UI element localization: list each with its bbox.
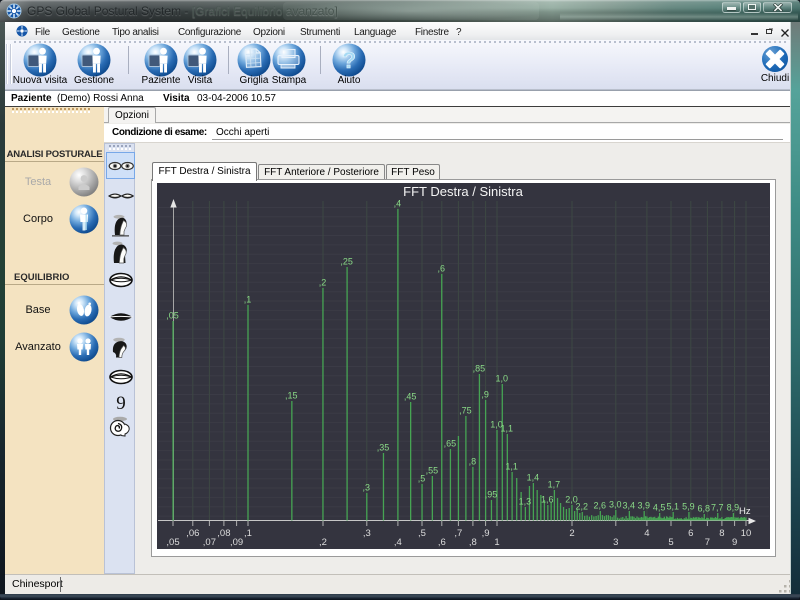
svg-text:,08: ,08 [217, 528, 230, 539]
svg-text:,5: ,5 [418, 528, 426, 539]
svg-text:1,6: 1,6 [541, 495, 554, 505]
svg-text:,8: ,8 [469, 537, 477, 548]
svg-text:1,3: 1,3 [519, 497, 532, 507]
svg-text:10: 10 [741, 528, 752, 539]
svg-text:3: 3 [613, 537, 618, 548]
svg-text:7,7: 7,7 [711, 503, 724, 513]
svg-text:9: 9 [116, 393, 126, 414]
svg-text:,2: ,2 [319, 537, 327, 548]
svg-text:8,9: 8,9 [727, 503, 740, 513]
svg-text:,5: ,5 [418, 474, 426, 484]
svg-text:5,9: 5,9 [682, 502, 695, 512]
svg-text:2: 2 [569, 528, 574, 539]
svg-text:,25: ,25 [340, 257, 353, 267]
svg-text:,05: ,05 [166, 311, 179, 321]
svg-text:,75: ,75 [459, 406, 472, 416]
svg-text:,15: ,15 [285, 391, 298, 401]
svg-text:,9: ,9 [481, 390, 489, 400]
svg-text:1,7: 1,7 [548, 480, 561, 490]
svg-text:,4: ,4 [394, 199, 402, 209]
svg-text:,6: ,6 [438, 537, 446, 548]
svg-text:,2: ,2 [319, 278, 327, 288]
svg-text:2,6: 2,6 [594, 501, 607, 511]
svg-text:1,4: 1,4 [527, 473, 540, 483]
svg-text:1,1: 1,1 [505, 462, 518, 472]
svg-text:,35: ,35 [377, 443, 390, 453]
svg-text:,95: ,95 [485, 490, 498, 500]
svg-text:,7: ,7 [454, 528, 462, 539]
svg-text:,06: ,06 [186, 528, 199, 539]
svg-text:5,1: 5,1 [666, 502, 679, 512]
svg-text:6: 6 [688, 528, 693, 539]
svg-text:,4: ,4 [394, 537, 402, 548]
svg-text:,07: ,07 [203, 537, 216, 548]
svg-text:,09: ,09 [230, 537, 243, 548]
svg-text:,3: ,3 [363, 483, 371, 493]
svg-text:1,1: 1,1 [501, 424, 514, 434]
svg-text:7: 7 [705, 537, 710, 548]
svg-text:,1: ,1 [244, 528, 252, 539]
svg-text:1: 1 [494, 537, 499, 548]
svg-text:,1: ,1 [244, 295, 252, 305]
svg-text:9: 9 [732, 537, 737, 548]
svg-text:4: 4 [644, 528, 649, 539]
svg-text:4,5: 4,5 [653, 503, 666, 513]
svg-text:1,0: 1,0 [496, 374, 509, 384]
svg-text:FFT Destra / Sinistra: FFT Destra / Sinistra [403, 184, 523, 199]
svg-text:,05: ,05 [166, 537, 179, 548]
svg-text:?: ? [342, 47, 356, 73]
svg-text:,3: ,3 [363, 528, 371, 539]
svg-text:6,8: 6,8 [698, 504, 711, 514]
svg-text:,8: ,8 [469, 457, 477, 467]
svg-text:8: 8 [719, 528, 724, 539]
svg-text:,55: ,55 [426, 466, 439, 476]
svg-text:3,9: 3,9 [637, 501, 650, 511]
svg-text:3,4: 3,4 [623, 501, 636, 511]
svg-text:,45: ,45 [404, 392, 417, 402]
svg-text:5: 5 [668, 537, 673, 548]
svg-text:,9: ,9 [482, 528, 490, 539]
svg-text:,65: ,65 [444, 439, 457, 449]
svg-text:,6: ,6 [438, 264, 446, 274]
svg-text:3,0: 3,0 [609, 500, 622, 510]
svg-text:2,2: 2,2 [576, 502, 589, 512]
svg-text:,85: ,85 [473, 364, 486, 374]
svg-text:Hz: Hz [739, 506, 751, 517]
